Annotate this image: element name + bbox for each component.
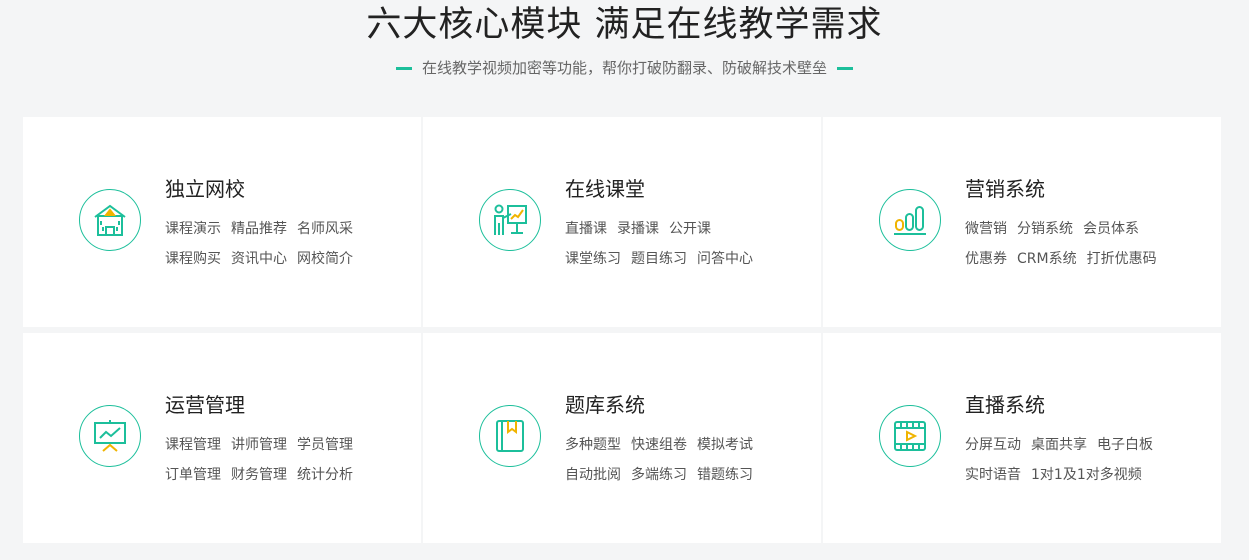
module-grid: 独立网校 课程演示 精品推荐 名师风采 课程购买 资讯中心 网校简介 在线课堂 直播课录…: [23, 117, 1221, 547]
feature-item[interactable]: 优惠券: [965, 251, 1007, 267]
feature-item[interactable]: 讲师管理: [231, 437, 287, 453]
presentation-board-icon: [79, 405, 141, 467]
module-title: 题库系统: [565, 393, 645, 417]
feature-row: 订单管理 财务管理 统计分析: [165, 465, 363, 485]
feature-row: 分屏互动 桌面共享 电子白板: [965, 435, 1163, 455]
feature-row: 自动批阅 多端练习 错题练习: [565, 465, 763, 485]
feature-item[interactable]: CRM系统: [1017, 251, 1077, 267]
feature-item[interactable]: 实时语音: [965, 467, 1021, 483]
feature-row: 微营销 分销系统 会员体系: [965, 219, 1149, 239]
module-card-marketing[interactable]: 营销系统 微营销 分销系统 会员体系 优惠券 CRM系统 打折优惠码: [823, 117, 1221, 327]
feature-item[interactable]: 财务管理: [231, 467, 287, 483]
module-card-question-bank[interactable]: 题库系统 多种题型 快速组卷 模拟考试 自动批阅 多端练习 错题练习: [423, 333, 821, 543]
module-title: 营销系统: [965, 177, 1045, 201]
feature-item[interactable]: 题目练习: [631, 251, 687, 267]
feature-item[interactable]: 录播课: [617, 221, 659, 237]
feature-row: 课程演示 精品推荐 名师风采: [165, 219, 363, 239]
feature-item[interactable]: 资讯中心: [231, 251, 287, 267]
page-title: 六大核心模块 满足在线教学需求: [366, 5, 883, 45]
feature-row: 课程管理 讲师管理 学员管理: [165, 435, 363, 455]
module-title: 运营管理: [165, 393, 245, 417]
feature-item[interactable]: 学员管理: [297, 437, 353, 453]
feature-item[interactable]: 课堂练习: [565, 251, 621, 267]
feature-item[interactable]: 名师风采: [297, 221, 353, 237]
feature-item[interactable]: 问答中心: [697, 251, 753, 267]
feature-item[interactable]: 快速组卷: [631, 437, 687, 453]
subtitle-right-dash: [837, 67, 853, 70]
module-card-classroom[interactable]: 在线课堂 直播课 录播课 公开课 课堂练习 题目练习 问答中心: [423, 117, 821, 327]
module-title: 独立网校: [165, 177, 245, 201]
feature-item[interactable]: 1对1及1对多视频: [1031, 467, 1142, 483]
feature-item[interactable]: 课程管理: [165, 437, 221, 453]
module-title: 直播系统: [965, 393, 1045, 417]
bookmark-book-icon: [479, 405, 541, 467]
feature-item[interactable]: 模拟考试: [697, 437, 753, 453]
feature-item[interactable]: 分屏互动: [965, 437, 1021, 453]
feature-item[interactable]: 分销系统: [1017, 221, 1073, 237]
feature-row: 实时语音 1对1及1对多视频: [965, 465, 1152, 485]
feature-item[interactable]: 多端练习: [631, 467, 687, 483]
subtitle-text: 在线教学视频加密等功能，帮你打破防翻录、防破解技术壁垒: [421, 59, 827, 77]
feature-row: 优惠券 CRM系统 打折优惠码: [965, 249, 1167, 269]
feature-item[interactable]: 打折优惠码: [1087, 251, 1157, 267]
feature-item[interactable]: 会员体系: [1083, 221, 1139, 237]
feature-item[interactable]: 错题练习: [697, 467, 753, 483]
subtitle: 在线教学视频加密等功能，帮你打破防翻录、防破解技术壁垒: [0, 56, 1249, 80]
school-building-icon: [79, 189, 141, 251]
module-card-school[interactable]: 独立网校 课程演示 精品推荐 名师风采 课程购买 资讯中心 网校简介: [23, 117, 421, 327]
feature-row: 课堂练习 题目练习 问答中心: [565, 249, 763, 269]
feature-item[interactable]: 自动批阅: [565, 467, 621, 483]
feature-item[interactable]: 电子白板: [1097, 437, 1153, 453]
feature-item[interactable]: 桌面共享: [1031, 437, 1087, 453]
feature-row: 多种题型 快速组卷 模拟考试: [565, 435, 763, 455]
feature-item[interactable]: 统计分析: [297, 467, 353, 483]
teacher-board-icon: [479, 189, 541, 251]
feature-row: 直播课 录播课 公开课: [565, 219, 721, 239]
module-card-operations[interactable]: 运营管理 课程管理 讲师管理 学员管理 订单管理 财务管理 统计分析: [23, 333, 421, 543]
video-film-icon: [879, 405, 941, 467]
feature-item[interactable]: 直播课: [565, 221, 607, 237]
feature-item[interactable]: 网校简介: [297, 251, 353, 267]
feature-item[interactable]: 课程购买: [165, 251, 221, 267]
bar-chart-icon: [879, 189, 941, 251]
feature-item[interactable]: 订单管理: [165, 467, 221, 483]
feature-item[interactable]: 多种题型: [565, 437, 621, 453]
feature-item[interactable]: 精品推荐: [231, 221, 287, 237]
feature-item[interactable]: 课程演示: [165, 221, 221, 237]
module-title: 在线课堂: [565, 177, 645, 201]
feature-item[interactable]: 公开课: [669, 221, 711, 237]
module-card-live[interactable]: 直播系统 分屏互动 桌面共享 电子白板 实时语音 1对1及1对多视频: [823, 333, 1221, 543]
subtitle-left-dash: [395, 67, 412, 70]
feature-item[interactable]: 微营销: [965, 221, 1007, 237]
feature-row: 课程购买 资讯中心 网校简介: [165, 249, 363, 269]
